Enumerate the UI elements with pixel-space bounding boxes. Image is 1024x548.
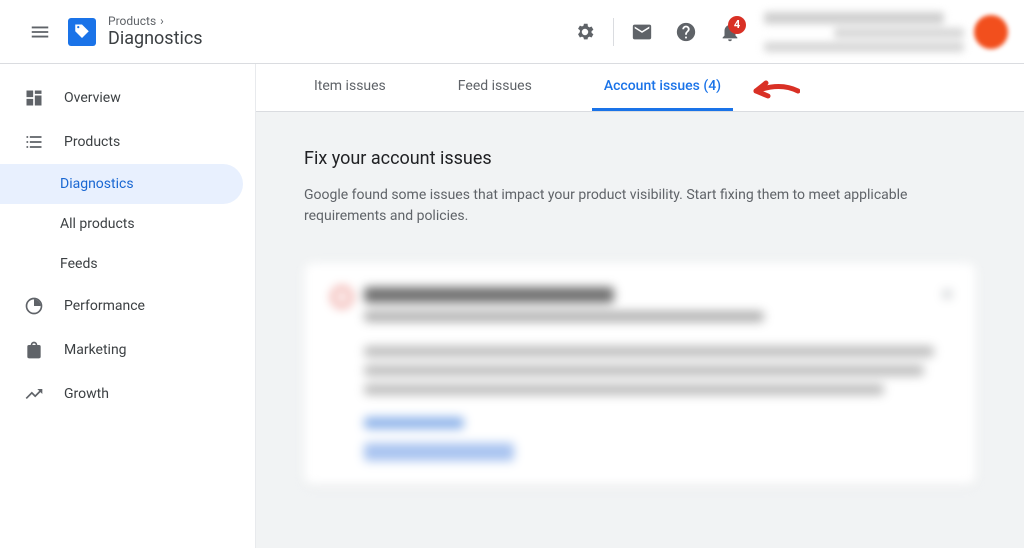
error-icon — [332, 287, 352, 307]
sidebar-item-label: Growth — [64, 386, 109, 402]
sidebar-item-products[interactable]: Products — [0, 120, 255, 164]
sidebar-item-feeds[interactable]: Feeds — [0, 244, 255, 284]
issue-card-redacted: ✕ — [304, 263, 976, 485]
tabs: Item issues Feed issues Account issues (… — [256, 64, 1024, 112]
content-description: Google found some issues that impact you… — [304, 185, 944, 227]
account-info-redacted — [764, 12, 964, 52]
breadcrumb-parent-label: Products — [108, 14, 156, 28]
settings-button[interactable] — [563, 10, 607, 54]
breadcrumb-parent[interactable]: Products › — [108, 14, 203, 28]
app-header: Products › Diagnostics 4 — [0, 0, 1024, 64]
tab-feed-issues[interactable]: Feed issues — [446, 64, 544, 111]
tag-icon — [73, 23, 91, 41]
sidebar-item-all-products[interactable]: All products — [0, 204, 255, 244]
notification-badge: 4 — [728, 16, 746, 34]
close-icon[interactable]: ✕ — [941, 285, 954, 304]
help-button[interactable] — [664, 10, 708, 54]
content-area: Fix your account issues Google found som… — [256, 112, 1024, 548]
menu-button[interactable] — [16, 8, 64, 56]
divider — [613, 18, 614, 46]
sidebar-item-diagnostics[interactable]: Diagnostics — [0, 164, 243, 204]
sidebar-item-label: Overview — [64, 90, 121, 106]
trending-up-icon — [24, 383, 44, 405]
dashboard-icon — [24, 87, 44, 109]
bag-icon — [24, 339, 44, 361]
account-switcher[interactable] — [764, 12, 1008, 52]
hamburger-icon — [29, 21, 51, 43]
avatar[interactable] — [974, 15, 1008, 49]
breadcrumb: Products › Diagnostics — [108, 14, 203, 50]
sidebar-item-label: Products — [64, 134, 120, 150]
sidebar-item-label: Marketing — [64, 342, 127, 358]
sidebar: Overview Products Diagnostics All produc… — [0, 64, 256, 548]
main-content: Item issues Feed issues Account issues (… — [256, 64, 1024, 548]
notifications-button[interactable]: 4 — [708, 10, 752, 54]
chevron-right-icon: › — [160, 14, 164, 28]
sidebar-item-marketing[interactable]: Marketing — [0, 328, 255, 372]
sidebar-item-performance[interactable]: Performance — [0, 284, 255, 328]
gear-icon — [574, 21, 596, 43]
merchant-center-logo[interactable] — [68, 18, 96, 46]
tab-account-issues[interactable]: Account issues (4) — [592, 64, 733, 111]
sidebar-item-label: Performance — [64, 298, 145, 314]
list-icon — [24, 131, 44, 153]
sidebar-item-label: All products — [60, 216, 135, 232]
page-title: Diagnostics — [108, 28, 203, 50]
tab-item-issues[interactable]: Item issues — [302, 64, 398, 111]
sidebar-item-overview[interactable]: Overview — [0, 76, 255, 120]
content-heading: Fix your account issues — [304, 148, 976, 169]
sidebar-item-growth[interactable]: Growth — [0, 372, 255, 416]
annotation-arrow — [750, 76, 800, 110]
sidebar-item-label: Diagnostics — [60, 176, 134, 192]
mail-icon — [631, 21, 653, 43]
sidebar-item-label: Feeds — [60, 256, 98, 272]
mail-button[interactable] — [620, 10, 664, 54]
progress-icon — [24, 295, 44, 317]
help-icon — [675, 21, 697, 43]
